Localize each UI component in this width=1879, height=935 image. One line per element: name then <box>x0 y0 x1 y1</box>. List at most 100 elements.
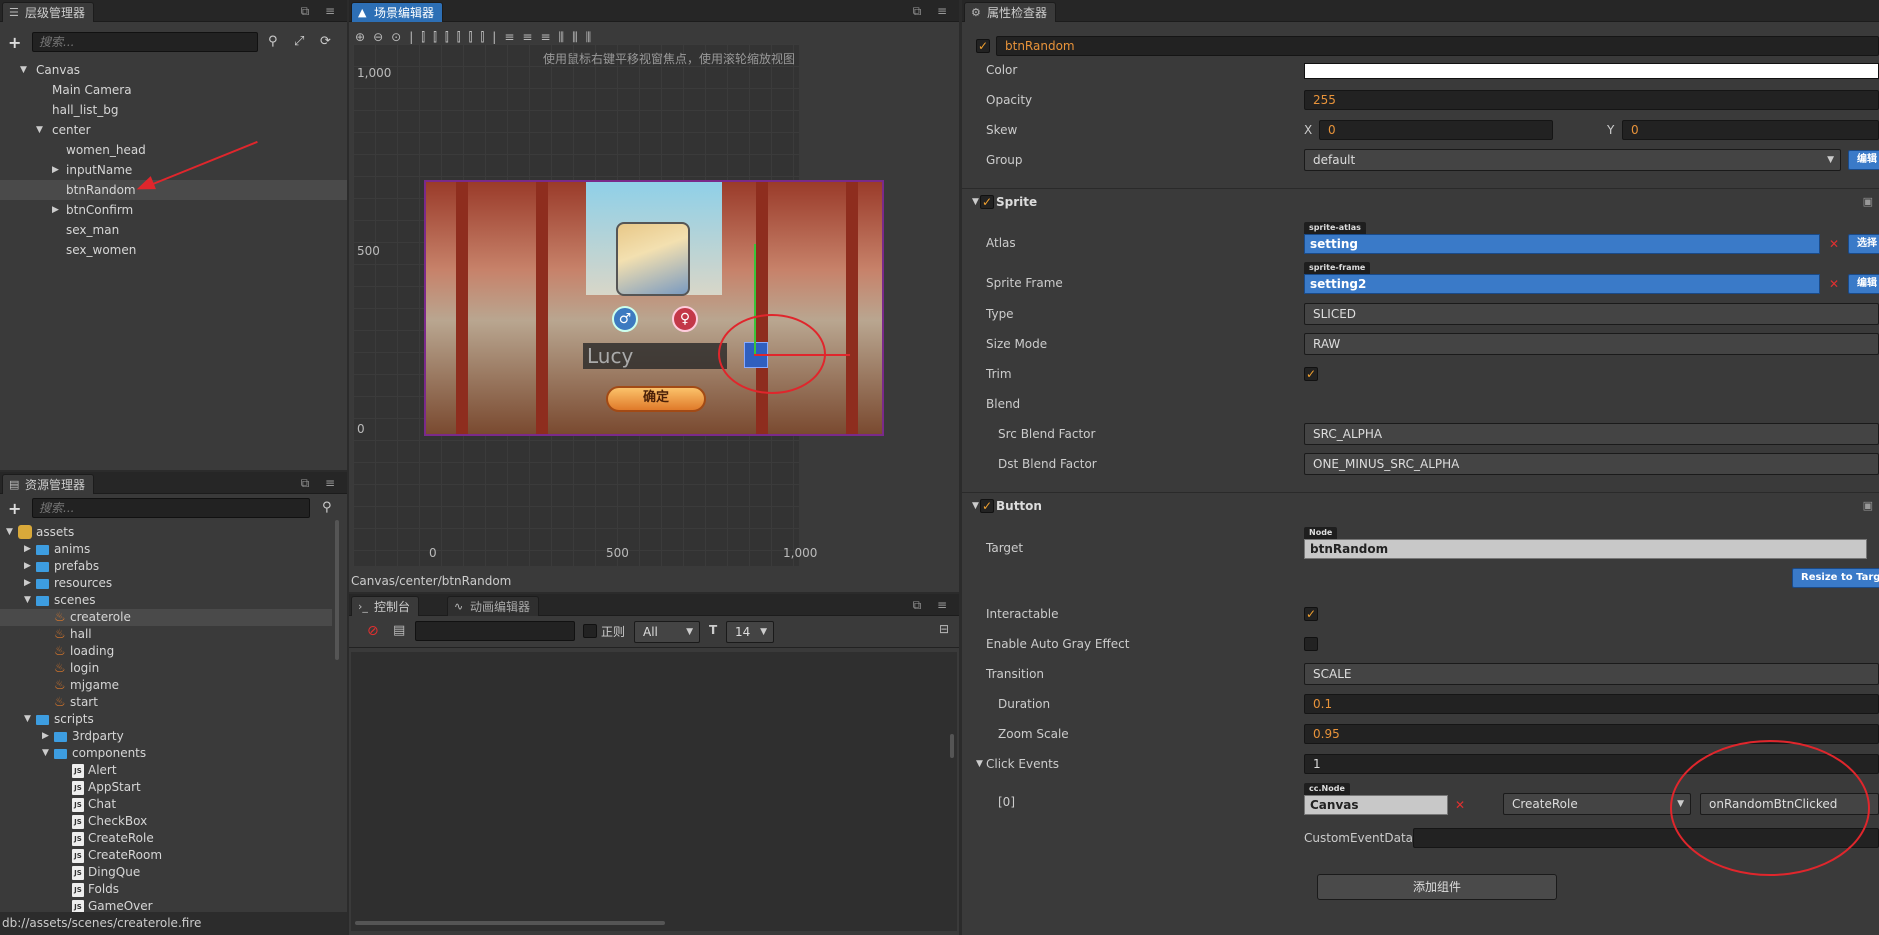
expand-arrow-icon[interactable]: ▶ <box>52 200 62 220</box>
tree-node-sex-women[interactable]: sex_women <box>0 240 347 260</box>
button-section-header[interactable]: ▼ ✓ Button ▣ <box>962 492 1879 518</box>
sprite-section-header[interactable]: ▼ ✓ Sprite ▣ <box>962 188 1879 214</box>
asset-folder-3rdparty[interactable]: ▶ 3rdparty <box>0 728 347 745</box>
asset-script-chat[interactable]: JS Chat <box>0 796 347 813</box>
align-center-icon[interactable]: ⫿ <box>433 30 445 44</box>
regex-checkbox[interactable] <box>583 624 597 638</box>
distribute-right-icon[interactable]: ⫼ <box>586 30 600 44</box>
clear-event-node-icon[interactable]: ✕ <box>1450 795 1470 815</box>
collapse-arrow-icon[interactable]: ▼ <box>976 749 983 779</box>
asset-folder-scripts[interactable]: ▼ scripts <box>0 711 347 728</box>
align-right-icon[interactable]: ⫿ <box>445 30 457 44</box>
align-top-icon[interactable]: ⫿ <box>457 30 469 44</box>
expand-arrow-icon[interactable]: ▶ <box>42 728 52 745</box>
panel-menu-icon[interactable]: ⧉ ≡ <box>301 4 341 19</box>
panel-menu-icon[interactable]: ⧉ ≡ <box>913 598 953 613</box>
distribute-bottom-icon[interactable]: ≡ <box>540 30 558 44</box>
align-bottom-icon[interactable]: ⫿ <box>480 30 492 44</box>
collapse-arrow-icon[interactable]: ▼ <box>36 120 46 140</box>
panel-menu-icon[interactable]: ⧉ ≡ <box>301 476 341 491</box>
button-enabled-checkbox[interactable]: ✓ <box>980 499 994 513</box>
search-icon[interactable]: ⚲ <box>268 34 278 49</box>
console-v-scrollbar[interactable] <box>950 734 954 758</box>
panel-menu-icon[interactable]: ⧉ ≡ <box>913 4 953 19</box>
asset-folder-prefabs[interactable]: ▶ prefabs <box>0 558 347 575</box>
resize-to-target-button[interactable]: Resize to Target <box>1792 568 1879 588</box>
asset-script-checkbox[interactable]: JS CheckBox <box>0 813 347 830</box>
asset-script-createroom[interactable]: JS CreateRoom <box>0 847 347 864</box>
atlas-asset-field[interactable]: setting <box>1304 234 1820 254</box>
expand-arrow-icon[interactable]: ▶ <box>24 541 34 558</box>
asset-folder-resources[interactable]: ▶ resources <box>0 575 347 592</box>
console-h-scrollbar[interactable] <box>355 921 665 925</box>
console-filter-input[interactable] <box>415 621 575 641</box>
collapse-arrow-icon[interactable]: ▼ <box>24 711 34 728</box>
log-level-select[interactable]: All ▼ <box>634 621 700 643</box>
tree-node-btn-confirm[interactable]: ▶ btnConfirm <box>0 200 347 220</box>
expand-icon[interactable]: ⤢ <box>294 34 304 49</box>
tree-node-input-name[interactable]: ▶ inputName <box>0 160 347 180</box>
expand-arrow-icon[interactable]: ▶ <box>24 575 34 592</box>
asset-scene-hall[interactable]: ♨ hall <box>0 626 347 643</box>
align-middle-icon[interactable]: ⫿ <box>469 30 481 44</box>
asset-folder-components[interactable]: ▼ components <box>0 745 347 762</box>
clear-console-icon[interactable]: ⊘ <box>367 623 379 639</box>
distribute-center-icon[interactable]: ⫼ <box>572 30 586 44</box>
sprite-enabled-checkbox[interactable]: ✓ <box>980 195 994 209</box>
collapse-arrow-icon[interactable]: ▼ <box>20 60 30 80</box>
component-menu-icon[interactable]: ▣ <box>1863 195 1873 208</box>
atlas-select-button[interactable]: 选择 <box>1848 234 1879 254</box>
collapse-arrow-icon[interactable]: ▼ <box>24 592 34 609</box>
asset-scene-mjgame[interactable]: ♨ mjgame <box>0 677 347 694</box>
tab-hierarchy[interactable]: ☰ 层级管理器 <box>2 2 95 22</box>
add-node-icon[interactable]: + <box>8 33 21 52</box>
expand-arrow-icon[interactable]: ▶ <box>24 558 34 575</box>
scene-viewport[interactable]: 使用鼠标右键平移视窗焦点，使用滚轮缩放视图 1,000 500 0 0 500 … <box>353 44 884 566</box>
tab-assets[interactable]: ▤ 资源管理器 <box>2 474 95 494</box>
tab-scene-editor[interactable]: ▲ 场景编辑器 <box>351 2 444 22</box>
skew-x-input[interactable]: 0 <box>1319 120 1553 140</box>
clear-sprite-frame-icon[interactable]: ✕ <box>1824 274 1844 294</box>
event-target-node-field[interactable]: Canvas <box>1304 795 1448 815</box>
tab-inspector[interactable]: ⚙ 属性检查器 <box>964 2 1057 22</box>
align-left-icon[interactable]: ⫿ <box>421 30 433 44</box>
auto-gray-checkbox[interactable] <box>1304 637 1318 651</box>
asset-script-appstart[interactable]: JS AppStart <box>0 779 347 796</box>
zoom-reset-icon[interactable]: ⊙ <box>391 30 409 44</box>
collapse-arrow-icon[interactable]: ▼ <box>6 524 16 541</box>
node-name-input[interactable]: btnRandom <box>996 36 1879 56</box>
distribute-left-icon[interactable]: ⫼ <box>559 30 573 44</box>
duration-input[interactable]: 0.1 <box>1304 694 1879 714</box>
tree-node-center[interactable]: ▼ center <box>0 120 347 140</box>
interactable-checkbox[interactable]: ✓ <box>1304 607 1318 621</box>
zoom-out-icon[interactable]: ⊖ <box>373 30 391 44</box>
src-blend-select[interactable]: SRC_ALPHA <box>1304 423 1879 445</box>
clear-atlas-icon[interactable]: ✕ <box>1824 234 1844 254</box>
asset-script-alert[interactable]: JS Alert <box>0 762 347 779</box>
color-swatch[interactable] <box>1304 63 1879 79</box>
tree-node-sex-man[interactable]: sex_man <box>0 220 347 240</box>
distribute-top-icon[interactable]: ≡ <box>504 30 522 44</box>
asset-script-createrole[interactable]: JS CreateRole <box>0 830 347 847</box>
group-select[interactable]: default ▼ <box>1304 149 1841 171</box>
expand-arrow-icon[interactable]: ▶ <box>52 160 62 180</box>
transition-select[interactable]: SCALE <box>1304 663 1879 685</box>
asset-script-gameover[interactable]: JS GameOver <box>0 898 347 912</box>
assets-search-input[interactable]: 搜索... <box>32 498 310 518</box>
search-icon[interactable]: ⚲ <box>322 500 332 515</box>
sprite-frame-edit-button[interactable]: 编辑 <box>1848 274 1879 294</box>
asset-folder-scenes[interactable]: ▼ scenes <box>0 592 347 609</box>
asset-scene-createrole[interactable]: ♨ createrole <box>0 609 332 626</box>
asset-script-dingque[interactable]: JS DingQue <box>0 864 347 881</box>
sprite-frame-asset-field[interactable]: setting2 <box>1304 274 1820 294</box>
add-asset-icon[interactable]: + <box>8 499 21 518</box>
dst-blend-select[interactable]: ONE_MINUS_SRC_ALPHA <box>1304 453 1879 475</box>
skew-y-input[interactable]: 0 <box>1622 120 1879 140</box>
collapse-arrow-icon[interactable]: ▼ <box>972 493 979 519</box>
size-mode-select[interactable]: RAW <box>1304 333 1879 355</box>
tree-node-canvas[interactable]: ▼ Canvas <box>0 60 347 80</box>
hierarchy-search-input[interactable]: 搜索... <box>32 32 258 52</box>
group-edit-button[interactable]: 编辑 <box>1848 150 1879 170</box>
asset-script-folds[interactable]: JS Folds <box>0 881 347 898</box>
node-active-checkbox[interactable]: ✓ <box>976 39 990 53</box>
